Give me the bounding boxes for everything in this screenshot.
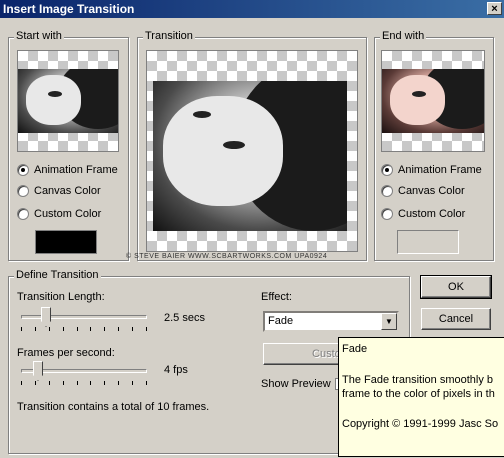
radio-icon[interactable]: [381, 208, 393, 220]
effect-select-value: Fade: [268, 315, 294, 327]
end-with-group: End with Animation Frame Canvas Color Cu…: [374, 30, 494, 261]
transition-preview-image: [153, 81, 347, 231]
end-preview: [381, 50, 485, 152]
transition-group: Transition © STEVE BAIER WWW.SCBARTWORKS…: [126, 30, 367, 261]
frames-summary: Transition contains a total of 10 frames…: [17, 401, 210, 413]
ok-button-label: OK: [448, 281, 464, 293]
start-option-label: Animation Frame: [34, 164, 118, 176]
start-custom-color-swatch[interactable]: [35, 230, 97, 254]
fps-slider[interactable]: [17, 361, 151, 387]
show-preview-label: Show Preview: [261, 378, 331, 390]
effect-select[interactable]: Fade ▼: [263, 311, 399, 332]
close-icon: ×: [491, 3, 498, 15]
start-radio-custom-color[interactable]: Custom Color: [17, 208, 101, 220]
slider-tick: [90, 327, 91, 331]
end-option-label: Custom Color: [398, 208, 466, 220]
slider-tick: [77, 381, 78, 385]
chevron-down-icon[interactable]: ▼: [381, 313, 397, 330]
slider-tick: [77, 327, 78, 331]
end-radio-custom-color[interactable]: Custom Color: [381, 208, 465, 220]
radio-icon[interactable]: [381, 164, 393, 176]
slider-tick: [49, 381, 50, 385]
slider-tick: [118, 327, 119, 331]
tooltip-line: The Fade transition smoothly b: [342, 374, 494, 386]
slider-tick: [63, 327, 64, 331]
transition-length-value: 2.5 secs: [164, 312, 205, 324]
slider-tick: [132, 381, 133, 385]
end-preview-image: [382, 69, 484, 133]
slider-tick: [63, 381, 64, 385]
radio-icon[interactable]: [17, 208, 29, 220]
start-radio-canvas-color[interactable]: Canvas Color: [17, 185, 101, 197]
close-button[interactable]: ×: [487, 2, 502, 15]
slider-tick: [104, 327, 105, 331]
slider-tick: [21, 327, 22, 331]
slider-tick: [132, 327, 133, 331]
slider-tick: [35, 381, 36, 385]
radio-icon[interactable]: [381, 185, 393, 197]
start-preview-image: [18, 69, 118, 133]
define-transition-legend: Define Transition: [14, 269, 101, 281]
end-radio-animation-frame[interactable]: Animation Frame: [381, 164, 482, 176]
effect-label: Effect:: [261, 291, 292, 303]
start-radio-animation-frame[interactable]: Animation Frame: [17, 164, 118, 176]
cancel-button-label: Cancel: [438, 313, 474, 325]
cancel-button[interactable]: Cancel: [421, 308, 491, 330]
transition-length-slider[interactable]: [17, 307, 151, 333]
start-option-label: Canvas Color: [34, 185, 101, 197]
end-option-label: Animation Frame: [398, 164, 482, 176]
slider-tick: [118, 381, 119, 385]
tooltip-title: Fade: [342, 343, 368, 355]
radio-icon[interactable]: [17, 185, 29, 197]
end-custom-color-swatch[interactable]: [397, 230, 459, 254]
image-credit: © STEVE BAIER WWW.SCBARTWORKS.COM UPA092…: [126, 253, 328, 260]
end-option-label: Canvas Color: [398, 185, 465, 197]
ok-button[interactable]: OK: [420, 275, 492, 299]
end-with-legend: End with: [380, 30, 427, 42]
start-with-group: Start with Animation Frame Canvas Color …: [8, 30, 129, 261]
slider-tick: [104, 381, 105, 385]
window-title: Insert Image Transition: [3, 2, 135, 16]
fps-value: 4 fps: [164, 364, 188, 376]
transition-legend: Transition: [143, 30, 195, 42]
slider-thumb[interactable]: [41, 307, 51, 327]
slider-tick: [49, 327, 50, 331]
slider-tick: [146, 381, 147, 385]
effect-tooltip: Fade The Fade transition smoothly b fram…: [338, 337, 504, 457]
transition-preview: [146, 50, 358, 252]
transition-length-label: Transition Length:: [17, 291, 105, 303]
slider-thumb[interactable]: [33, 361, 43, 381]
title-bar: Insert Image Transition ×: [0, 0, 504, 18]
start-preview: [17, 50, 119, 152]
tooltip-copyright: Copyright © 1991-1999 Jasc So: [342, 418, 499, 430]
start-with-legend: Start with: [14, 30, 64, 42]
slider-tick: [21, 381, 22, 385]
radio-icon[interactable]: [17, 164, 29, 176]
slider-tick: [146, 327, 147, 331]
slider-tick: [90, 381, 91, 385]
fps-label: Frames per second:: [17, 347, 115, 359]
end-radio-canvas-color[interactable]: Canvas Color: [381, 185, 465, 197]
start-option-label: Custom Color: [34, 208, 102, 220]
tooltip-line: frame to the color of pixels in th: [342, 388, 495, 400]
slider-tick: [35, 327, 36, 331]
